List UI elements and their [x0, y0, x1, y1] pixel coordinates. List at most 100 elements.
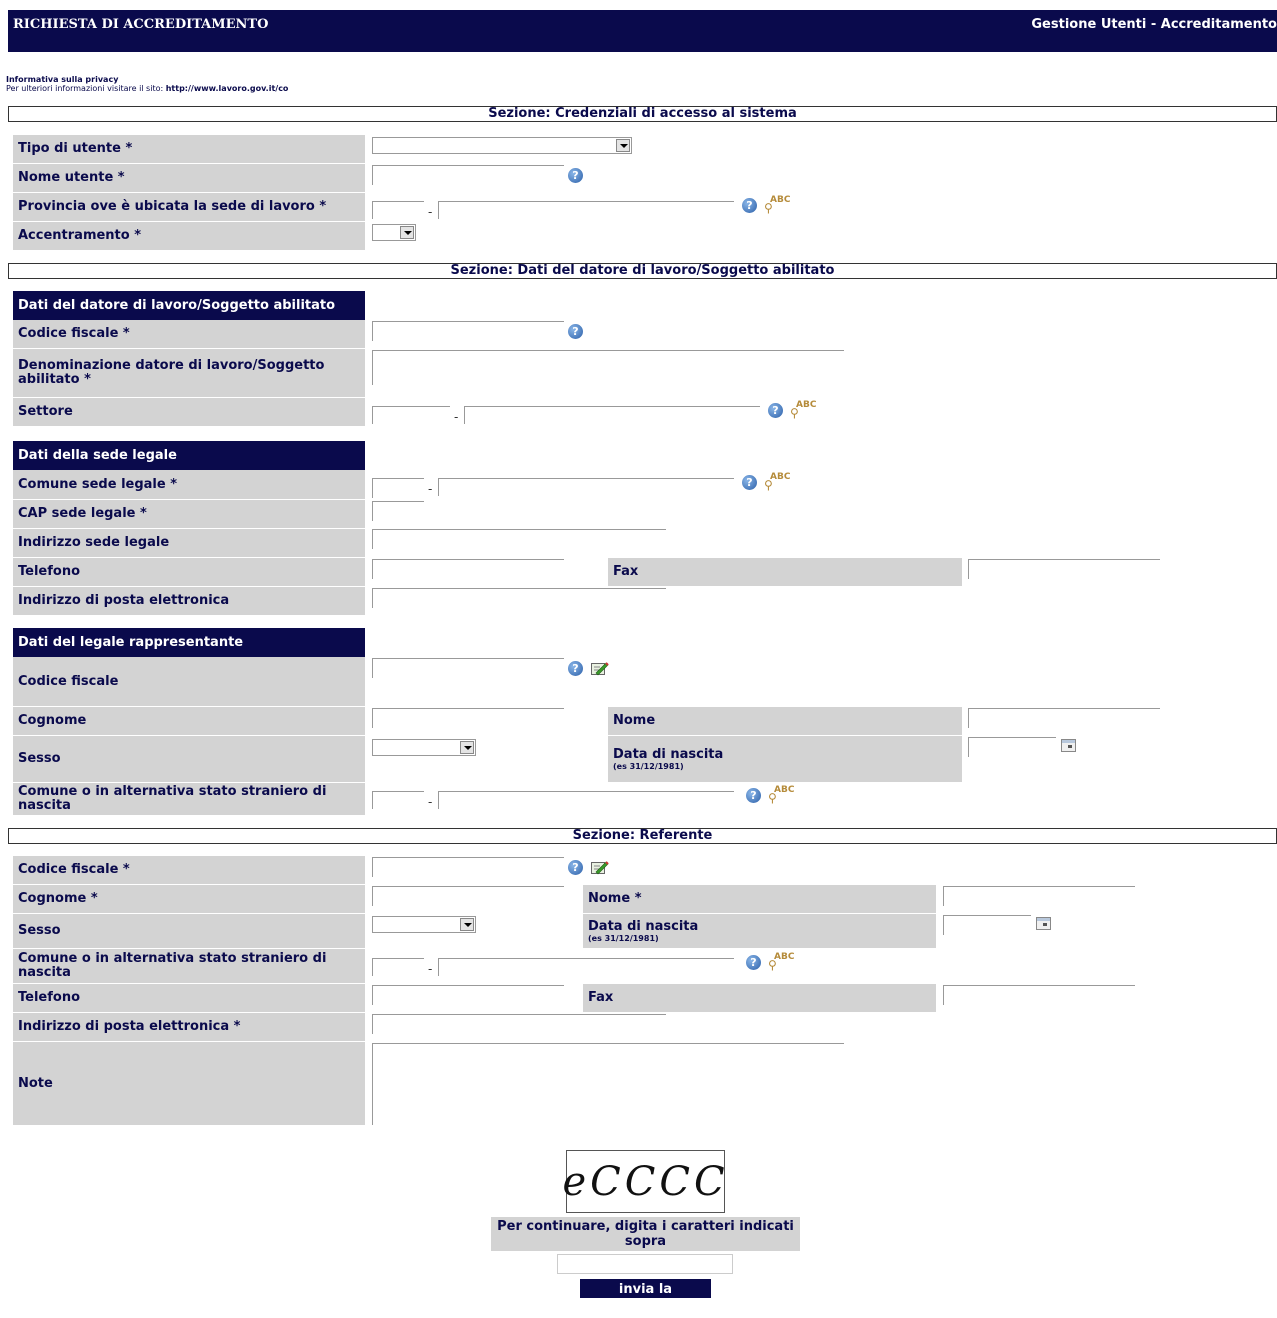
comune-nascita-legale-name-input[interactable]: [438, 791, 734, 809]
label-note: Note: [13, 1042, 365, 1125]
label-sesso-referente: Sesso: [13, 914, 365, 948]
label-cognome-legale: Cognome: [13, 707, 365, 735]
settore-code-input[interactable]: [372, 406, 450, 424]
page-title: RICHIESTA DI ACCREDITAMENTO: [13, 17, 269, 32]
spellcheck-icon[interactable]: ABC ⚲: [764, 195, 790, 215]
spellcheck-icon[interactable]: ABC ⚲: [790, 400, 816, 420]
codice-fiscale-datore-input[interactable]: [372, 321, 564, 341]
comune-sede-name-input[interactable]: [438, 478, 734, 496]
telefono-referente-input[interactable]: [372, 985, 564, 1005]
edit-icon[interactable]: [591, 661, 609, 676]
settore-name-input[interactable]: [464, 406, 760, 424]
spellcheck-icon[interactable]: ABC ⚲: [768, 952, 794, 972]
separator-dash: -: [428, 205, 433, 219]
codice-fiscale-legale-input[interactable]: [372, 658, 564, 678]
telefono-sede-input[interactable]: [372, 559, 564, 579]
subheader-datore: Dati del datore di lavoro/Soggetto abili…: [13, 291, 365, 320]
separator-dash: -: [454, 410, 459, 424]
help-icon[interactable]: ?: [568, 661, 583, 676]
chevron-down-icon: [460, 741, 474, 754]
sesso-referente-select[interactable]: [372, 916, 476, 933]
section-referente: Sezione: Referente: [8, 828, 1277, 844]
label-cognome-referente: Cognome *: [13, 885, 365, 913]
privacy-text: Per ulteriori informazioni visitare il s…: [6, 84, 164, 93]
label-cap-sede: CAP sede legale *: [13, 500, 365, 528]
label-denominazione: Denominazione datore di lavoro/Soggetto …: [13, 349, 365, 397]
privacy-url[interactable]: http://www.lavoro.gov.it/co: [166, 84, 289, 93]
denominazione-input[interactable]: [372, 350, 844, 385]
label-indirizzo-sede: Indirizzo sede legale: [13, 529, 365, 557]
subheader-legale: Dati del legale rappresentante: [13, 628, 365, 657]
help-icon[interactable]: ?: [568, 168, 583, 183]
nome-referente-input[interactable]: [943, 886, 1135, 906]
accentramento-select[interactable]: [372, 224, 416, 241]
sesso-legale-select[interactable]: [372, 739, 476, 756]
help-icon[interactable]: ?: [746, 955, 761, 970]
note-textarea[interactable]: [372, 1043, 844, 1125]
label-codice-fiscale-datore: Codice fiscale *: [13, 320, 365, 348]
fax-referente-input[interactable]: [943, 985, 1135, 1005]
tipo-utente-select[interactable]: [372, 137, 632, 154]
label-comune-nascita-legale: Comune o in alternativa stato straniero …: [13, 783, 365, 815]
edit-icon[interactable]: [591, 860, 609, 875]
cognome-referente-input[interactable]: [372, 886, 564, 906]
label-codice-fiscale-legale: Codice fiscale: [13, 657, 365, 706]
help-icon[interactable]: ?: [742, 475, 757, 490]
comune-nascita-legale-code-input[interactable]: [372, 791, 424, 809]
codice-fiscale-referente-input[interactable]: [372, 857, 564, 877]
email-referente-input[interactable]: [372, 1014, 666, 1034]
label-email-referente: Indirizzo di posta elettronica *: [13, 1013, 365, 1041]
cognome-legale-input[interactable]: [372, 708, 564, 728]
label-tipo-utente: Tipo di utente *: [13, 135, 365, 163]
nome-utente-input[interactable]: [372, 165, 564, 185]
label-data-nascita-referente: Data di nascita (es 31/12/1981): [583, 914, 936, 948]
email-sede-input[interactable]: [372, 588, 666, 608]
help-icon[interactable]: ?: [568, 324, 583, 339]
spellcheck-icon[interactable]: ABC ⚲: [764, 472, 790, 492]
label-provincia: Provincia ove è ubicata la sede di lavor…: [13, 193, 365, 221]
label-fax-referente: Fax: [583, 984, 936, 1012]
label-comune-nascita-referente: Comune o in alternativa stato straniero …: [13, 949, 365, 983]
indirizzo-sede-input[interactable]: [372, 529, 666, 549]
label-nome-legale: Nome: [608, 707, 962, 735]
separator-dash: -: [428, 795, 433, 809]
label-codice-fiscale-referente: Codice fiscale *: [13, 856, 365, 884]
help-icon[interactable]: ?: [568, 860, 583, 875]
provincia-name-input[interactable]: [438, 201, 734, 219]
help-icon[interactable]: ?: [742, 198, 757, 213]
calendar-icon[interactable]: [1036, 917, 1051, 930]
privacy-block: Informativa sulla privacy Per ulteriori …: [6, 75, 288, 93]
chevron-down-icon: [460, 918, 474, 931]
fax-sede-input[interactable]: [968, 559, 1160, 579]
label-accentramento: Accentramento *: [13, 222, 365, 250]
comune-nascita-referente-code-input[interactable]: [372, 958, 424, 976]
label-email-sede: Indirizzo di posta elettronica: [13, 587, 365, 615]
section-credenziali: Sezione: Credenziali di accesso al siste…: [8, 106, 1277, 122]
comune-nascita-referente-name-input[interactable]: [438, 958, 734, 976]
cap-sede-input[interactable]: [372, 501, 424, 521]
label-nome-referente: Nome *: [583, 885, 936, 913]
provincia-code-input[interactable]: [372, 201, 424, 219]
help-icon[interactable]: ?: [746, 788, 761, 803]
captcha-input[interactable]: [557, 1254, 733, 1274]
chevron-down-icon: [616, 139, 630, 152]
submit-button[interactable]: invia la richiesta: [580, 1279, 711, 1316]
comune-sede-code-input[interactable]: [372, 478, 424, 498]
data-nascita-referente-input[interactable]: [943, 915, 1031, 935]
separator-dash: -: [428, 962, 433, 976]
app-section-title: Gestione Utenti - Accreditamento: [1031, 17, 1277, 32]
captcha-image: eCCCC: [562, 1150, 725, 1213]
privacy-link[interactable]: Informativa sulla privacy: [6, 75, 118, 84]
nome-legale-input[interactable]: [968, 708, 1160, 728]
label-nome-utente: Nome utente *: [13, 164, 365, 192]
data-nascita-legale-input[interactable]: [968, 737, 1056, 757]
separator-dash: -: [428, 482, 433, 496]
label-settore: Settore: [13, 398, 365, 426]
calendar-icon[interactable]: [1061, 739, 1076, 752]
help-icon[interactable]: ?: [768, 403, 783, 418]
spellcheck-icon[interactable]: ABC ⚲: [768, 785, 794, 805]
label-telefono-sede: Telefono: [13, 558, 365, 586]
subheader-sede: Dati della sede legale: [13, 441, 365, 470]
label-sesso-legale: Sesso: [13, 736, 365, 782]
label-comune-sede: Comune sede legale *: [13, 470, 365, 499]
